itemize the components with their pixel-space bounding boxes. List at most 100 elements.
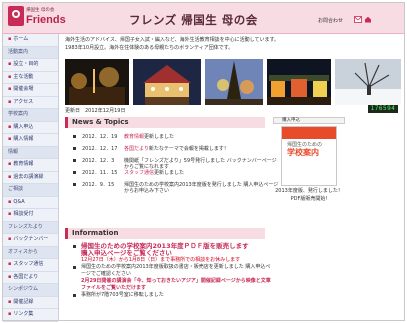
sidebar-item[interactable]: ▪ リンク集: [3, 309, 58, 322]
bullet-icon: [73, 183, 76, 186]
home-icon[interactable]: [364, 16, 372, 23]
bullet-icon: ▪: [8, 136, 12, 142]
news-heading: News & Topics: [65, 117, 265, 128]
news-text: 機関紙「フレンズだより」59号発行しました バックナンバーページからご覧になれま…: [124, 158, 279, 170]
bullet-icon: ▪: [8, 123, 12, 130]
sidebar-item-label: ホーム: [13, 36, 29, 42]
sidebar-item[interactable]: ▪ 相談受付: [3, 209, 58, 222]
sidebar-item[interactable]: ▪ アクセス: [3, 97, 58, 109]
bullet-icon: ▪: [8, 86, 12, 92]
sidebar-item[interactable]: ▪ 購入情報: [3, 134, 58, 147]
news-date: 2012．12．19: [82, 134, 118, 140]
sidebar-item[interactable]: ▪ ホーム: [3, 34, 58, 47]
news-item: 2012．11．15 スタッフ通信更新しました: [73, 170, 278, 182]
news-rest: 帰国生のための学校案内2013年度版を発行しました 購入申込ページからお申込み下…: [124, 182, 279, 194]
sidebar-item[interactable]: ▪ 開催記録: [3, 297, 58, 309]
purchase-caption: 2013年度版、発行しました！ PDF版販売開始!: [273, 187, 345, 203]
sidebar-item[interactable]: ▪ 各国だより: [3, 272, 58, 284]
sidebar-item-label: リンク集: [13, 311, 34, 317]
sidebar-item[interactable]: ▪ 購入申込: [3, 122, 58, 134]
logo-subtitle: 帰国生 母の会: [26, 8, 55, 13]
photo-night-lights: [65, 59, 129, 105]
news-date: 2012．11．15: [82, 170, 118, 176]
photo-tower-lights: [205, 59, 263, 105]
caption-line-1: 2013年度版、発行しました！: [275, 188, 343, 194]
news-rest: 更新しました: [144, 134, 175, 140]
info-row-4: 事務所が7階703号室に移転しました: [73, 292, 273, 299]
sidebar-item-label: 主な活動: [13, 73, 34, 80]
news-link[interactable]: 教育情報: [124, 134, 144, 140]
news-item: 2012．12．17 各国だより新たなテーマで会報を掲載します！: [73, 146, 278, 158]
bullet-icon: [73, 266, 76, 269]
sidebar-item-label: 設立・目的: [13, 61, 39, 67]
sidebar-item[interactable]: ▪ 設立・目的: [3, 59, 58, 72]
info-row-2-text[interactable]: 帰国生のための学校案内2013年度版取扱の書店・販売店を更新しました 購入申込ペ…: [81, 264, 270, 277]
bullet-icon: ▪: [8, 73, 12, 80]
sidebar-section-header: オフィスから: [3, 246, 58, 259]
sidebar-item[interactable]: ▪ 教育情報: [3, 159, 58, 172]
cover-title: 学校案内: [287, 148, 319, 157]
photo-strip: [65, 59, 401, 105]
sidebar-section-header: シンポジウム: [3, 284, 58, 297]
purchase-tab[interactable]: 購入申込: [273, 117, 345, 124]
intro-line-2: 1983年10月設立。海外在住体験のある母親たちのボランティア団体です。: [65, 45, 234, 51]
sidebar-item[interactable]: ▪ 過去の講演録: [3, 172, 58, 184]
news-link[interactable]: 各国だより: [124, 146, 149, 152]
bullet-icon: [73, 245, 76, 248]
sidebar-item-label: 開催記録: [13, 298, 34, 305]
info-row-main: 帰国生のための学校案内2013年度ＰＤＦ版を販売します 購入申込ページをご覧くだ…: [73, 243, 273, 257]
sidebar-item-label: 購入申込: [13, 123, 34, 130]
sidebar-item-label: 各国だより: [13, 273, 39, 280]
info-row-2: 帰国生のための学校案内2013年度版取扱の書店・販売店を更新しました 購入申込ペ…: [73, 264, 273, 278]
contact-link[interactable]: お問合わせ: [318, 17, 343, 24]
info-row-1: 12月27日（木）から1月8日（日）まで事務所での相談をお休みします: [73, 257, 273, 264]
sidebar-item[interactable]: ▪ 開催会場: [3, 84, 58, 97]
news-link[interactable]: スタッフ通信: [124, 170, 154, 176]
school-guide-cover[interactable]: 帰国生のための 学校案内: [281, 126, 337, 186]
news-date: 2012．12．17: [82, 146, 118, 152]
bullet-icon: ▪: [8, 173, 12, 180]
sidebar-item-label: オフィスから: [8, 248, 38, 255]
logo-wordmark: Friends: [26, 14, 66, 26]
sidebar-item[interactable]: ▪ スタッフ通信: [3, 259, 58, 272]
info-list: 帰国生のための学校案内2013年度ＰＤＦ版を販売します 購入申込ページをご覧くだ…: [73, 243, 273, 299]
header: 帰国生 母の会 Friends フレンズ 帰国生 母の会 お問合わせ: [3, 3, 404, 34]
sidebar-item-label: 教育情報: [13, 161, 34, 167]
sidebar-item-label: 過去の講演録: [13, 173, 44, 180]
sidebar-item-label: アクセス: [13, 98, 34, 105]
sidebar-item-label: 学校案内: [8, 111, 29, 117]
sidebar: ▪ ホーム 活動案内 ▪ 設立・目的 ▪ 主な活動 ▪ 開催会場 ▪ アクセス 学校案内 ▪ 購入申込 ▪ 購…: [3, 34, 59, 322]
update-date: 更新日 2012年12月19日: [65, 108, 126, 114]
bullet-icon: ▪: [8, 198, 12, 205]
info-row-3-text[interactable]: 2月29日開催の講演会「今、知っておきたいアジア」開催記録ページから映像と文章フ…: [81, 278, 271, 291]
info-row-1-text: 12月27日（木）から1月8日（日）まで事務所での相談をお休みします: [81, 257, 241, 263]
purchase-box[interactable]: 購入申込 帰国生のための 学校案内 2013年度版、発行しました！ PDF版販売…: [273, 117, 345, 212]
mail-icon[interactable]: [354, 16, 362, 23]
bullet-icon: [73, 294, 76, 297]
news-item: 2012．9．15 帰国生のための学校案内2013年度版を発行しました 購入申込ペ…: [73, 182, 278, 194]
bullet-icon: ▪: [8, 311, 12, 317]
news-text: 各国だより新たなテーマで会報を掲載します！: [124, 146, 279, 152]
site-logo[interactable]: 帰国生 母の会 Friends: [8, 6, 66, 28]
sidebar-item-label: ご相談: [8, 186, 24, 192]
bullet-icon: [73, 171, 76, 174]
bullet-icon: ▪: [8, 161, 12, 167]
news-item: 2012．12．19 教育情報更新しました: [73, 134, 278, 146]
photo-carousel: [133, 59, 201, 105]
sidebar-item-label: スタッフ通信: [13, 261, 44, 267]
sidebar-item-label: 購入情報: [13, 136, 34, 142]
photo-snow-tree: [335, 59, 401, 105]
news-item: 2012．12．3 機関紙「フレンズだより」59号発行しました バックナンバーペー…: [73, 158, 278, 170]
sidebar-item[interactable]: ▪ 主な活動: [3, 72, 58, 84]
sidebar-item[interactable]: ▪ バックナンバー: [3, 234, 58, 247]
sidebar-item-label: フレンズたより: [8, 223, 43, 230]
sidebar-section-header: 情報: [3, 146, 58, 159]
intro-line-1: 海外生活のアドバイス、帰国子女入試・編入など、海外生活教育相談を中心に活動してい…: [65, 37, 279, 43]
sidebar-item-label: 活動案内: [8, 48, 29, 55]
sidebar-section-header: フレンズたより: [3, 221, 58, 234]
news-list: 2012．12．19 教育情報更新しました 2012．12．17 各国だより新たなテー…: [73, 134, 278, 194]
sidebar-item[interactable]: ▪ Q&A: [3, 197, 58, 209]
sidebar-item-label: 開催会場: [13, 86, 34, 92]
info-main-2[interactable]: 購入申込ページをご覧ください: [81, 250, 273, 257]
bullet-icon: ▪: [8, 261, 12, 267]
